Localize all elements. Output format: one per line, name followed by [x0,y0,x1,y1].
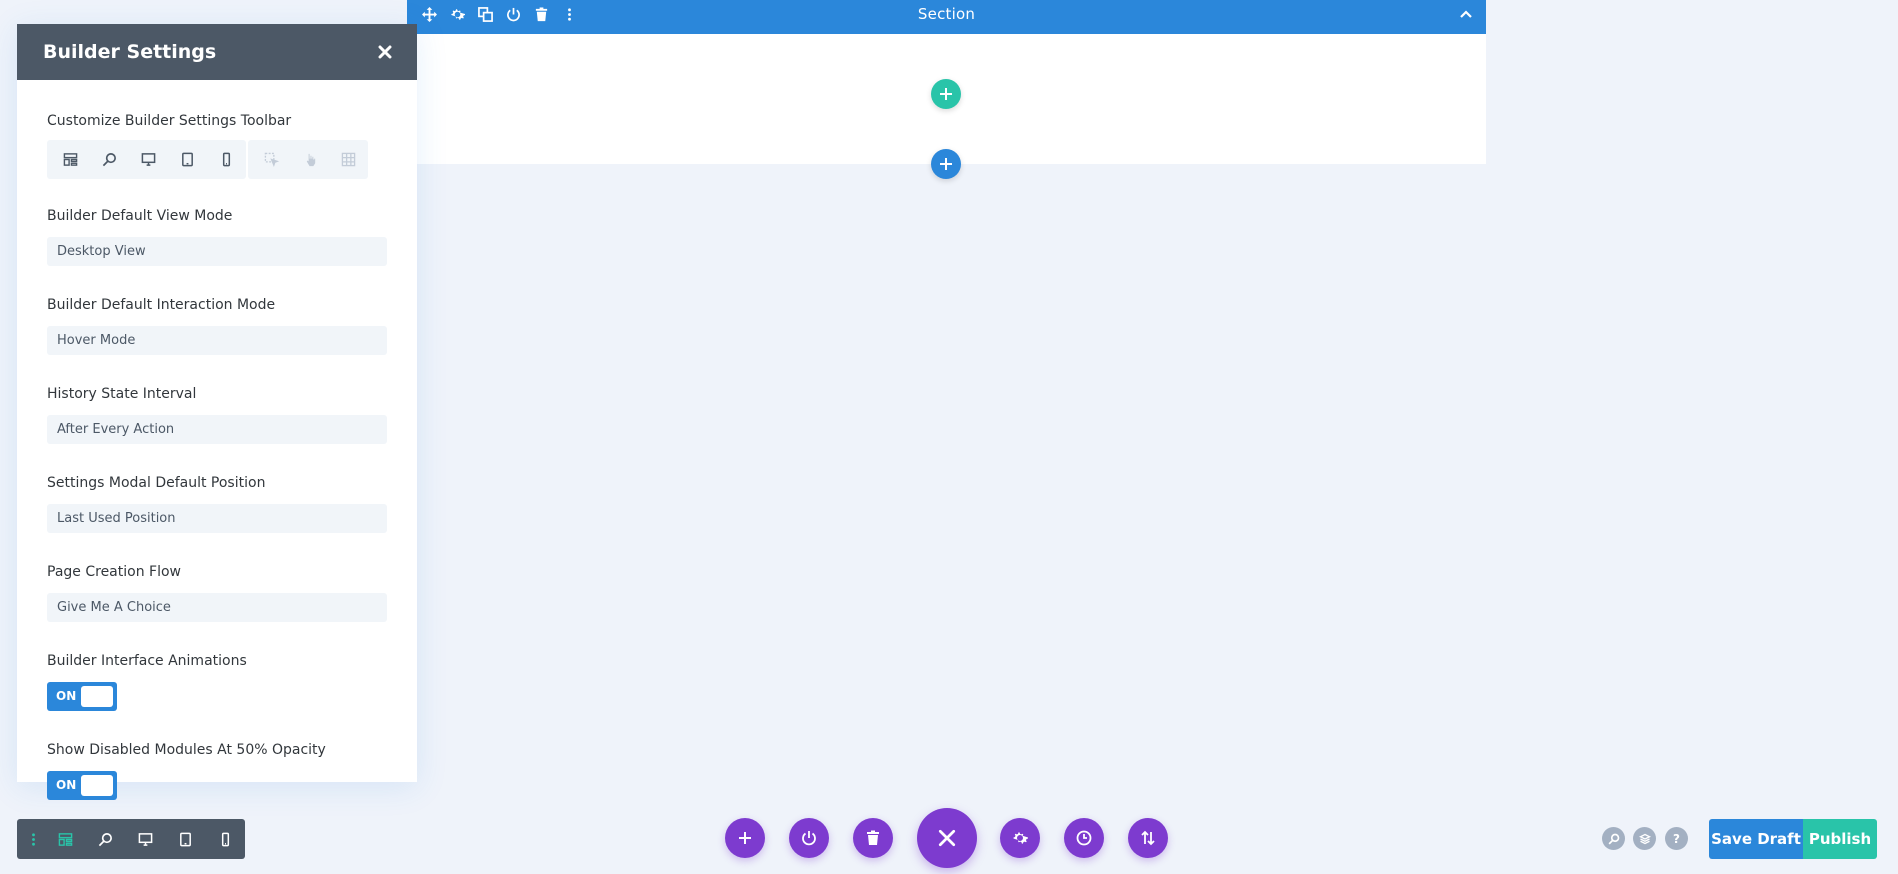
chevron-up-icon[interactable] [1458,6,1474,22]
add-row-button[interactable] [931,79,961,109]
animations-field: Builder Interface Animations ON [47,652,387,711]
view-mode-label: Builder Default View Mode [47,208,233,224]
view-mode-field: Builder Default View Mode Desktop View [47,207,387,266]
interaction-mode-select[interactable]: Hover Mode [47,326,387,355]
page-settings-button[interactable] [1000,818,1040,858]
history-button[interactable] [1064,818,1104,858]
clear-layout-button[interactable] [853,818,893,858]
modal-position-label: Settings Modal Default Position [47,475,266,491]
desktop-icon[interactable] [125,819,165,859]
click-mode-icon[interactable] [252,140,291,179]
hover-mode-icon[interactable] [291,140,330,179]
close-icon[interactable] [377,44,393,60]
toolbar-customize-field: Customize Builder Settings Toolbar [47,112,387,179]
section-block: Section [407,0,1486,179]
modal-position-field: Settings Modal Default Position Last Use… [47,474,387,533]
grid-mode-icon[interactable] [329,140,368,179]
disabled-opacity-label: Show Disabled Modules At 50% Opacity [47,742,326,758]
zoom-icon[interactable] [85,819,125,859]
portability-button[interactable] [789,818,829,858]
page-creation-label: Page Creation Flow [47,564,181,580]
tablet-icon[interactable] [165,819,205,859]
wireframe-icon[interactable] [51,140,90,179]
toolbar-customize-label: Customize Builder Settings Toolbar [47,113,292,129]
disabled-opacity-toggle[interactable]: ON [47,771,117,800]
publish-button[interactable]: Publish [1803,819,1877,859]
builder-settings-panel: Builder Settings Customize Builder Setti… [17,24,417,800]
layers-icon[interactable] [1633,827,1656,850]
phone-icon[interactable] [205,819,245,859]
history-interval-select[interactable]: After Every Action [47,415,387,444]
panel-title: Builder Settings [43,41,217,63]
toolbar-inactive-group [248,140,368,179]
toolbar-customize [47,140,387,179]
more-vertical-icon[interactable] [21,819,45,859]
help-icon-glyph: ? [1673,831,1680,846]
interaction-mode-label: Builder Default Interaction Mode [47,297,276,313]
close-settings-button[interactable] [917,808,977,868]
desktop-icon[interactable] [129,140,168,179]
add-section-button[interactable] [931,149,961,179]
animations-toggle-state: ON [56,689,77,703]
view-mode-select[interactable]: Desktop View [47,237,387,266]
toggle-knob [81,775,113,796]
search-icon[interactable] [1602,827,1625,850]
interaction-mode-field: Builder Default Interaction Mode Hover M… [47,296,387,355]
add-module-button[interactable] [725,818,765,858]
tablet-icon[interactable] [168,140,207,179]
page-creation-field: Page Creation Flow Give Me A Choice [47,563,387,622]
disabled-opacity-field: Show Disabled Modules At 50% Opacity ON [47,741,387,800]
phone-icon[interactable] [207,140,246,179]
section-title: Section [917,5,976,23]
history-interval-field: History State Interval After Every Actio… [47,385,387,444]
zoom-icon[interactable] [90,140,129,179]
page-creation-select[interactable]: Give Me A Choice [47,593,387,622]
disabled-opacity-toggle-state: ON [56,778,77,792]
save-draft-button[interactable]: Save Draft [1709,819,1803,859]
page-settings-toolbar [17,819,245,859]
section-header-bar[interactable]: Section [407,0,1486,34]
panel-body: Customize Builder Settings Toolbar Build… [17,80,417,800]
history-interval-label: History State Interval [47,386,197,402]
toggle-knob [81,686,113,707]
animations-label: Builder Interface Animations [47,653,247,669]
help-icon[interactable]: ? [1665,827,1688,850]
sort-button[interactable] [1128,818,1168,858]
toolbar-active-group [47,140,246,179]
panel-header[interactable]: Builder Settings [17,24,417,80]
modal-position-select[interactable]: Last Used Position [47,504,387,533]
wireframe-icon[interactable] [45,819,85,859]
animations-toggle[interactable]: ON [47,682,117,711]
